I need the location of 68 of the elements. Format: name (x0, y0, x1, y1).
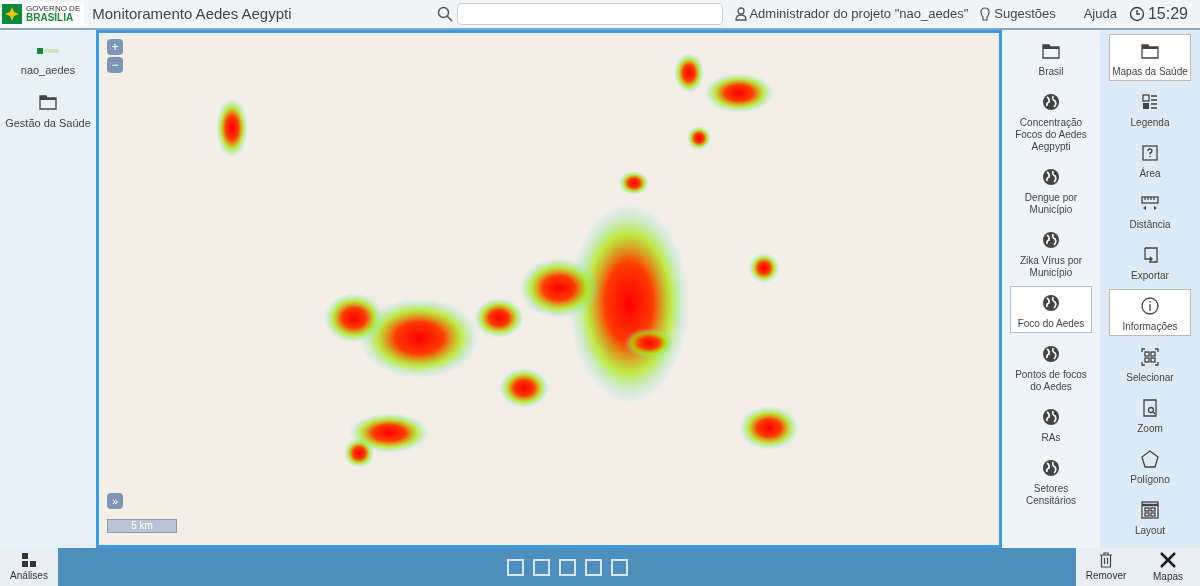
layout-icon (1140, 500, 1160, 520)
info-icon (1140, 296, 1160, 316)
layer-item[interactable]: Dengue por Município (1010, 160, 1092, 219)
clock-icon (1128, 6, 1145, 22)
layer-item[interactable]: Pontos de focos do Aedes (1010, 337, 1092, 396)
tool-button[interactable]: Layout (1109, 493, 1191, 540)
logo-text: BRASÍLIA (26, 13, 75, 23)
tool-button[interactable]: Zoom (1109, 391, 1191, 438)
tool-button[interactable]: Distância (1109, 187, 1191, 234)
user-icon (735, 7, 748, 21)
search-icon (437, 6, 454, 22)
page-indicator[interactable] (533, 558, 550, 576)
project-logo-icon (37, 48, 59, 54)
trash-icon (1099, 551, 1113, 568)
heat-spot (499, 368, 549, 408)
globe-icon (1041, 458, 1061, 478)
search-field[interactable] (457, 3, 724, 25)
remove-button[interactable]: Remover (1076, 548, 1136, 586)
layer-item[interactable]: Setores Censitários (1010, 451, 1092, 510)
tool-button[interactable]: Exportar (1109, 238, 1191, 285)
layer-item[interactable]: Concentração Focos do Aedes Aegpypti (1010, 85, 1092, 156)
page-indicator[interactable] (507, 558, 524, 576)
tool-button[interactable]: Mapas da Saúde (1109, 34, 1191, 81)
page-indicator[interactable] (585, 558, 602, 576)
app-title: Monitoramento Aedes Aegypti (92, 3, 292, 24)
heat-spot (619, 171, 649, 195)
layer-item[interactable]: Foco do Aedes (1010, 286, 1092, 333)
tool-button[interactable]: Área (1109, 136, 1191, 183)
logo-caption: GOVERNO DE (26, 5, 81, 13)
folder-icon (1041, 41, 1061, 61)
help-link[interactable]: Ajuda (1083, 4, 1117, 24)
tool-button[interactable]: Polígono (1109, 442, 1191, 489)
analyses-button[interactable]: Análises (0, 548, 58, 586)
globe-icon (1041, 230, 1061, 250)
tool-button[interactable]: Legenda (1109, 85, 1191, 132)
page-indicator[interactable] (559, 558, 576, 576)
clock-time: 15:29 (1147, 4, 1188, 24)
selection-icon (1140, 347, 1160, 367)
suggestions-link[interactable]: Sugestões (994, 4, 1056, 24)
lightbulb-icon (980, 6, 991, 22)
globe-icon (1041, 407, 1061, 427)
globe-icon (1041, 167, 1061, 187)
project-name: nao_aedes (20, 63, 76, 78)
tool-button[interactable]: Informações (1109, 289, 1191, 336)
folder-icon (1140, 41, 1160, 61)
zoom-icon (1140, 398, 1160, 418)
area-icon (1140, 143, 1160, 163)
tools-icon (1159, 550, 1177, 569)
heat-spot (687, 126, 711, 150)
layer-item[interactable]: RAs (1010, 400, 1092, 447)
logo-icon (2, 4, 22, 24)
layer-item[interactable]: Zika Vírus por Município (1010, 223, 1092, 282)
heat-spot (739, 406, 799, 450)
blocks-icon (21, 551, 37, 568)
globe-icon (1041, 92, 1061, 112)
heat-spot (216, 98, 248, 158)
legend-icon (1140, 92, 1160, 112)
maps-button[interactable]: Mapas (1136, 548, 1200, 586)
pentagon-icon (1140, 449, 1160, 469)
page-indicator[interactable] (611, 558, 628, 576)
heat-spot (749, 253, 779, 283)
user-link[interactable]: Administrador do projeto "nao_aedes" (749, 4, 969, 24)
tool-button[interactable]: Selecionar (1109, 340, 1191, 387)
globe-icon (1041, 293, 1061, 313)
scale-bar: 5 km (107, 519, 177, 533)
globe-icon (1041, 344, 1061, 364)
layer-item[interactable]: Brasil (1010, 34, 1092, 81)
sidebar-item[interactable]: Gestão da Saúde (3, 84, 93, 132)
